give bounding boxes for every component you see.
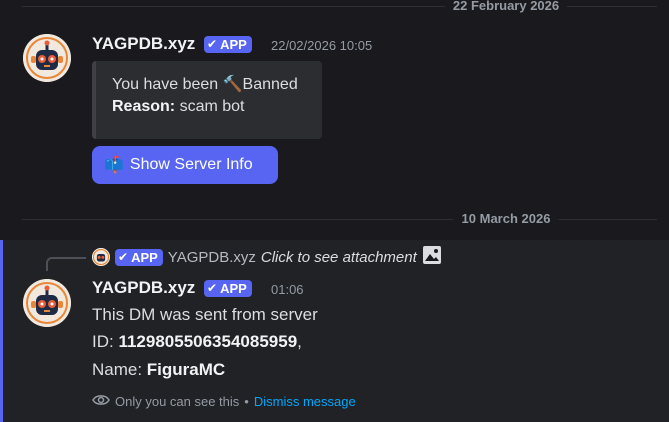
show-server-info-button[interactable]: 📫 Show Server Info <box>92 146 278 184</box>
reply-avatar[interactable] <box>92 248 110 266</box>
reply-spine <box>46 257 86 271</box>
app-badge: ✔ APP <box>204 36 252 53</box>
ephemeral-notice: Only you can see this • Dismiss message <box>92 393 356 410</box>
message-username[interactable]: YAGPDB.xyz <box>92 277 195 299</box>
message-timestamp: 01:06 <box>271 282 304 297</box>
server-id-value: 1129805506354085959 <box>118 332 298 351</box>
image-icon <box>422 245 442 269</box>
server-id-suffix: , <box>297 332 302 351</box>
show-server-info-label: Show Server Info <box>129 156 253 173</box>
date-divider-label: 10 March 2026 <box>453 211 559 227</box>
robot-avatar-icon <box>23 34 71 82</box>
server-id-label: ID: <box>92 332 119 351</box>
message-timestamp: 22/02/2026 10:05 <box>271 38 373 53</box>
server-id-line: ID: 1129805506354085959, <box>92 331 302 353</box>
checkmark-icon: ✔ <box>207 37 218 51</box>
eye-icon <box>92 393 110 410</box>
dismiss-message-link[interactable]: Dismiss message <box>254 394 356 409</box>
checkmark-icon: ✔ <box>207 281 218 295</box>
embed-reason-line: Reason: scam bot <box>112 96 322 118</box>
embed-reason-value: scam bot <box>175 98 245 115</box>
robot-avatar-icon <box>23 279 71 327</box>
embed-ban-line: You have been 🔨Banned <box>112 74 322 96</box>
date-divider <box>22 219 657 220</box>
robot-avatar-icon <box>92 248 110 266</box>
server-name-label: Name: <box>92 360 147 379</box>
message-username[interactable]: YAGPDB.xyz <box>92 33 195 55</box>
checkmark-icon: ✔ <box>118 249 129 264</box>
ephemeral-separator: • <box>244 394 249 409</box>
reply-preview[interactable]: ✔ APP YAGPDB.xyz Click to see attachment <box>92 245 442 269</box>
server-name-line: Name: FiguraMC <box>92 359 225 381</box>
ephemeral-text: Only you can see this <box>115 394 240 409</box>
message-text-line: This DM was sent from server <box>92 305 318 324</box>
app-badge: ✔ APP <box>204 280 252 297</box>
server-name-value: FiguraMC <box>146 360 226 379</box>
avatar[interactable] <box>23 279 71 327</box>
embed-ban-suffix: Banned <box>242 76 298 93</box>
hammer-icon: 🔨 <box>222 76 243 93</box>
app-badge: ✔ APP <box>115 248 163 266</box>
ban-embed: You have been 🔨Banned Reason: scam bot <box>92 61 322 139</box>
app-badge-label: APP <box>220 37 247 52</box>
embed-reason-label: Reason: <box>112 98 176 115</box>
avatar[interactable] <box>23 34 71 82</box>
embed-ban-prefix: You have been <box>112 76 223 93</box>
mailbox-icon: 📫 <box>104 157 124 174</box>
date-divider-label: 22 February 2026 <box>444 0 568 14</box>
reply-username[interactable]: YAGPDB.xyz <box>168 249 256 266</box>
reply-text[interactable]: Click to see attachment <box>261 249 417 266</box>
app-badge-label: APP <box>220 281 247 296</box>
app-badge-label: APP <box>131 249 158 265</box>
